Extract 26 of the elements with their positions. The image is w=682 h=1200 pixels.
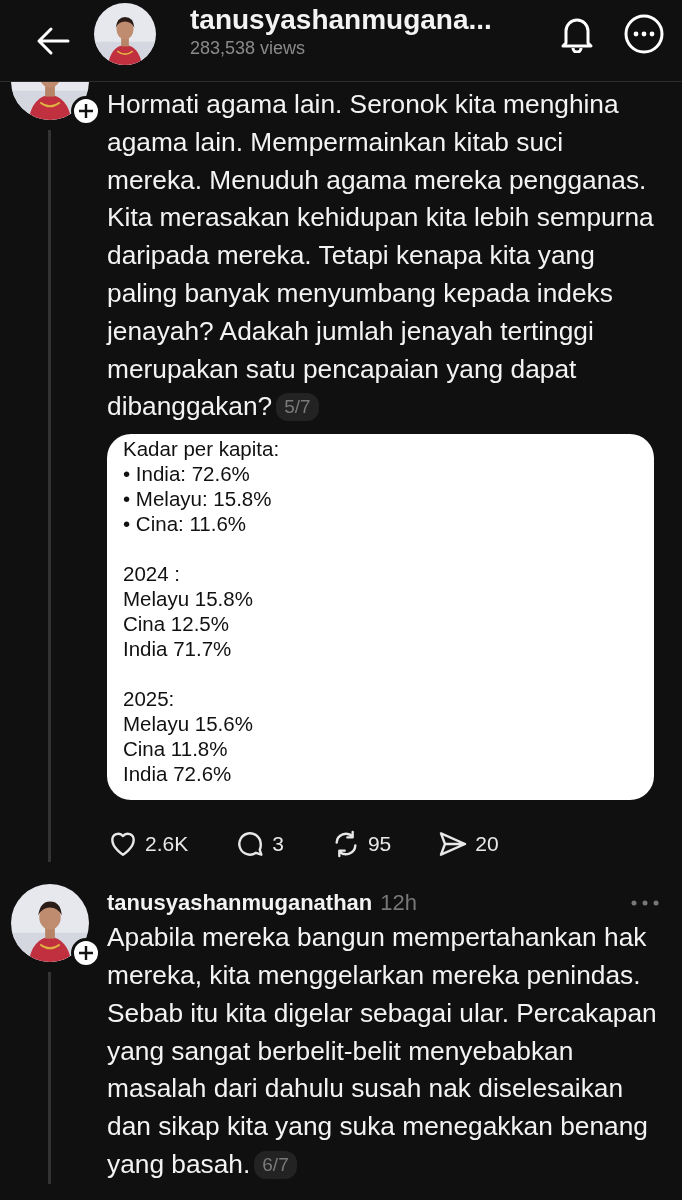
image-text-line: Kadar per kapita: [123, 436, 281, 462]
post-text: Hormati agama lain. Seronok kita menghina agama lain. Mempermainkan kitab suci mereka. Menuduh agama mereka pengganas. Kita merasakan kehidupan kita lebih sempurna daripada mereka. Tetapi kenapa kita yang paling banyak menyumbang kepada indeks jenayah? Adakah jumlah jenayah tertinggi merupakan satu pencapaian yang dapat dibanggakan? 5/7 [107, 88, 655, 424]
post-username[interactable]: tanusyashanmuganathan [107, 886, 373, 920]
repost-button[interactable]: 95 [329, 828, 392, 861]
image-text-line: Cina 11.8% [123, 736, 229, 762]
share-button[interactable]: 20 [437, 828, 499, 861]
back-icon[interactable] [36, 25, 70, 56]
post-time: 12h [380, 889, 417, 918]
image-text-line: • Cina: 11.6% [123, 511, 248, 537]
thread-counter: 6/7 [254, 1150, 297, 1179]
image-text-line: India 71.7% [123, 636, 233, 662]
image-text-line: • India: 72.6% [123, 461, 251, 487]
image-text-line: 2025: [123, 686, 176, 712]
image-text-line: India 72.6% [123, 761, 233, 787]
profile-name: tanusyashanmugana... [190, 4, 493, 36]
more-icon[interactable] [624, 13, 664, 54]
image-text-line: Melayu 15.8% [123, 586, 254, 612]
post-text: Apabila mereka bangun mempertahankan hak mereka, kita menggelarkan mereka penindas. Sebab itu kita digelar sebagai ular. Percakapan yang sangat berbelit-belit menyebabkan masalah dari dahulu susah nak diselesaikan dan sikap kita yang suka menegakkan benang yang basah. 6/7 [107, 921, 658, 1181]
image-text-line: 2024 : [123, 561, 181, 587]
view-count: 283,538 views [190, 37, 307, 61]
reply-button[interactable]: 3 [234, 828, 284, 861]
image-text-line: Melayu 15.6% [123, 711, 254, 737]
like-button[interactable]: 2.6K [107, 828, 189, 861]
image-text-line: • Melayu: 15.8% [123, 486, 273, 512]
thread-counter: 5/7 [276, 393, 319, 422]
image-text-line: Cina 12.5% [123, 611, 230, 637]
